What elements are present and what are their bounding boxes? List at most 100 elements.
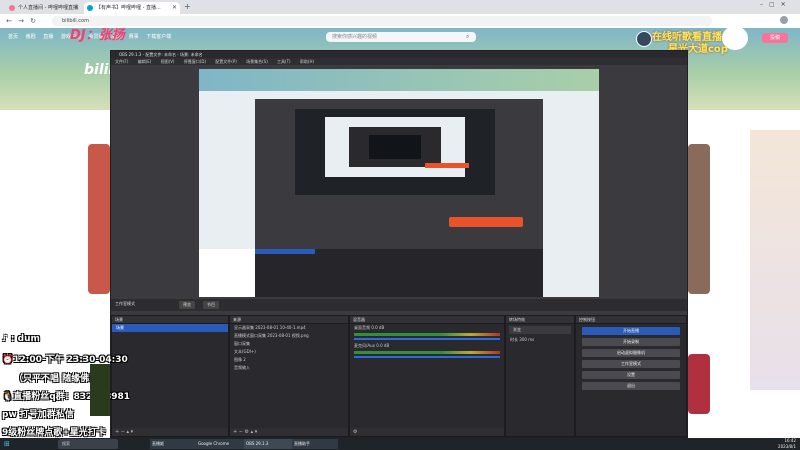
menu-item[interactable]: 场景集合(S) (246, 59, 268, 64)
menu-item[interactable]: 工具(T) (277, 59, 291, 64)
start-streaming-button[interactable]: 开始直播 (582, 327, 680, 335)
menu-item[interactable]: 配置文件(P) (215, 59, 237, 64)
browser-tab-2[interactable]: 【有声书】哔哩哔哩 - 直播... ✕ (84, 2, 180, 14)
forward-icon[interactable]: → (16, 16, 26, 26)
nav-item[interactable]: 直播 (43, 34, 53, 40)
url-input[interactable]: bilibili.com (52, 16, 712, 26)
new-tab-button[interactable]: + (184, 2, 191, 11)
taskbar-app[interactable]: 直播助手 (292, 439, 338, 449)
qq-icon: 🐧 (2, 392, 14, 402)
preview-layer-6 (369, 135, 421, 159)
reload-icon[interactable]: ↻ (28, 16, 38, 26)
transitions-dock: 转场特效 渐变 时长 300 ms (505, 315, 575, 437)
overlay-avatar (90, 364, 110, 416)
nav-item[interactable]: 首页 (8, 34, 18, 40)
preview-layer-banner (199, 69, 599, 91)
nav-item[interactable]: 赛事 (129, 34, 139, 40)
menu-item[interactable]: 编辑(E) (138, 59, 152, 64)
profile-icon[interactable] (780, 16, 788, 24)
source-item[interactable]: 音频输入 (230, 364, 348, 372)
dock-header: 转场特效 (506, 316, 574, 324)
obs-window: OBS 29.1.3 - 配置文件: 未命名 - 场景: 未命名 文件(F) 编… (110, 50, 688, 438)
address-bar-row: ← → ↻ bilibili.com (0, 14, 800, 29)
controls-dock: 控制按钮 开始直播 开始录制 启动虚拟摄像机 工作室模式 设置 退出 (575, 315, 687, 437)
mixer-channel-label: 麦克风/Aux 0.0 dB (354, 343, 390, 348)
dock-header: 来源 (230, 316, 348, 324)
menu-item[interactable]: 停靠窗口(D) (184, 59, 206, 64)
dock-header: 场景 (112, 316, 228, 324)
overlay-name: ♪ : dum (2, 334, 40, 344)
tab-label: 个人直播间 - 哔哩哔哩直播 (18, 5, 78, 11)
taskbar: ⊞ 搜索 直播姬 Google Chrome OBS 29.1.3 直播助手 1… (0, 438, 800, 450)
exit-button[interactable]: 退出 (582, 382, 680, 390)
close-tab-icon[interactable]: ✕ (74, 2, 79, 14)
overlay-pw: pw 打号加群私信 (2, 410, 74, 420)
search-icon[interactable]: ⌕ (466, 33, 469, 41)
tab-label: 【有声书】哔哩哔哩 - 直播... (96, 5, 161, 11)
menu-item[interactable]: 视图(V) (161, 59, 175, 64)
studio-mode-bar: 工作室模式 预览 节目 (111, 299, 687, 311)
audio-mixer-dock: 混音器 桌面音频 0.0 dB 麦克风/Aux 0.0 dB ⚙ (349, 315, 505, 437)
preview-button[interactable]: 预览 (179, 301, 195, 309)
volume-meter (354, 333, 500, 336)
source-item[interactable]: 窗口采集 (230, 340, 348, 348)
duration-field[interactable]: 时长 300 ms (506, 336, 574, 344)
tiktok-icon: ♪ (2, 334, 8, 344)
clock-icon: ⏰ (2, 355, 14, 365)
overlay-qq-group: 🐧直播粉丝q群：832868981 (2, 392, 131, 402)
studio-mode-button[interactable]: 工作室模式 (582, 360, 680, 368)
close-tab-icon[interactable]: ✕ (172, 2, 177, 14)
clock-date: 2023/8/1 (778, 444, 796, 449)
dock-footer[interactable]: + − ⚙ ▴ ▾ (230, 428, 348, 436)
search-input[interactable]: 搜索你感兴趣的视频 (326, 32, 476, 42)
banner-signature: DJ：张扬 (70, 28, 125, 43)
overlay-fan-badge: 9级粉丝牌点歌+星光打卡 (2, 428, 106, 438)
preview-overlay-area (199, 249, 255, 297)
virtual-camera-button[interactable]: 启动虚拟摄像机 (582, 349, 680, 357)
upload-button[interactable]: 投稿 (762, 33, 788, 43)
side-decoration (750, 130, 800, 390)
avatar[interactable] (636, 31, 652, 47)
mixer-channel-label: 桌面音频 0.0 dB (354, 325, 385, 330)
studio-mode-label: 工作室模式 (115, 301, 135, 306)
source-item[interactable]: 图像 2 (230, 356, 348, 364)
back-icon[interactable]: ← (4, 16, 14, 26)
volume-meter (354, 351, 500, 354)
settings-button[interactable]: 设置 (582, 371, 680, 379)
taskbar-app[interactable]: 直播姬 (150, 439, 196, 449)
menu-item[interactable]: 帮助(H) (300, 59, 314, 64)
dock-header: 混音器 (350, 316, 504, 324)
video-thumbnail[interactable] (88, 144, 110, 294)
start-icon[interactable]: ⊞ (4, 439, 14, 449)
source-item[interactable]: 文本(GDI+) (230, 348, 348, 356)
sources-dock: 来源 显示器采集 2023-08-01 10-40-1.mp4 直播模式窗口采集… (229, 315, 349, 437)
browser-tab-1[interactable]: 个人直播间 - 哔哩哔哩直播 ✕ (6, 2, 82, 14)
source-item[interactable]: 直播模式窗口采集 2023-08-01 视频.png (230, 332, 348, 340)
menu-item[interactable]: 文件(F) (115, 59, 128, 64)
dock-footer[interactable]: + − ▴ ▾ (112, 428, 228, 436)
source-item[interactable]: 显示器采集 2023-08-01 10-40-1.mp4 (230, 324, 348, 332)
mixer-settings-icon[interactable]: ⚙ (350, 428, 504, 436)
taskbar-clock[interactable]: 16:42 2023/8/1 (778, 438, 796, 450)
start-recording-button[interactable]: 开始录制 (582, 338, 680, 346)
window-controls[interactable]: –▢✕ (760, 1, 792, 8)
taskbar-app[interactable]: Google Chrome (196, 439, 244, 449)
bilibili-favicon-icon (87, 5, 93, 11)
preview-notification (425, 163, 469, 168)
transition-select[interactable]: 渐变 (509, 326, 571, 334)
obs-preview-canvas[interactable] (199, 69, 599, 297)
taskbar-search[interactable]: 搜索 (58, 439, 118, 449)
preview-notification (449, 217, 523, 227)
nav-item[interactable]: 下载客户端 (146, 34, 171, 40)
video-thumbnail[interactable] (688, 144, 710, 294)
scene-item[interactable]: 场景 (112, 324, 228, 332)
obs-title-bar: OBS 29.1.3 - 配置文件: 未命名 - 场景: 未命名 (111, 51, 687, 58)
program-button[interactable]: 节目 (203, 301, 219, 309)
taskbar-app[interactable]: OBS 29.1.3 (244, 439, 292, 449)
volume-slider[interactable] (354, 356, 500, 358)
volume-slider[interactable] (354, 338, 500, 340)
nav-item[interactable]: 番剧 (26, 34, 36, 40)
mascot-icon (722, 28, 748, 50)
dock-header: 控制按钮 (576, 316, 686, 324)
video-thumbnail[interactable] (688, 354, 710, 414)
